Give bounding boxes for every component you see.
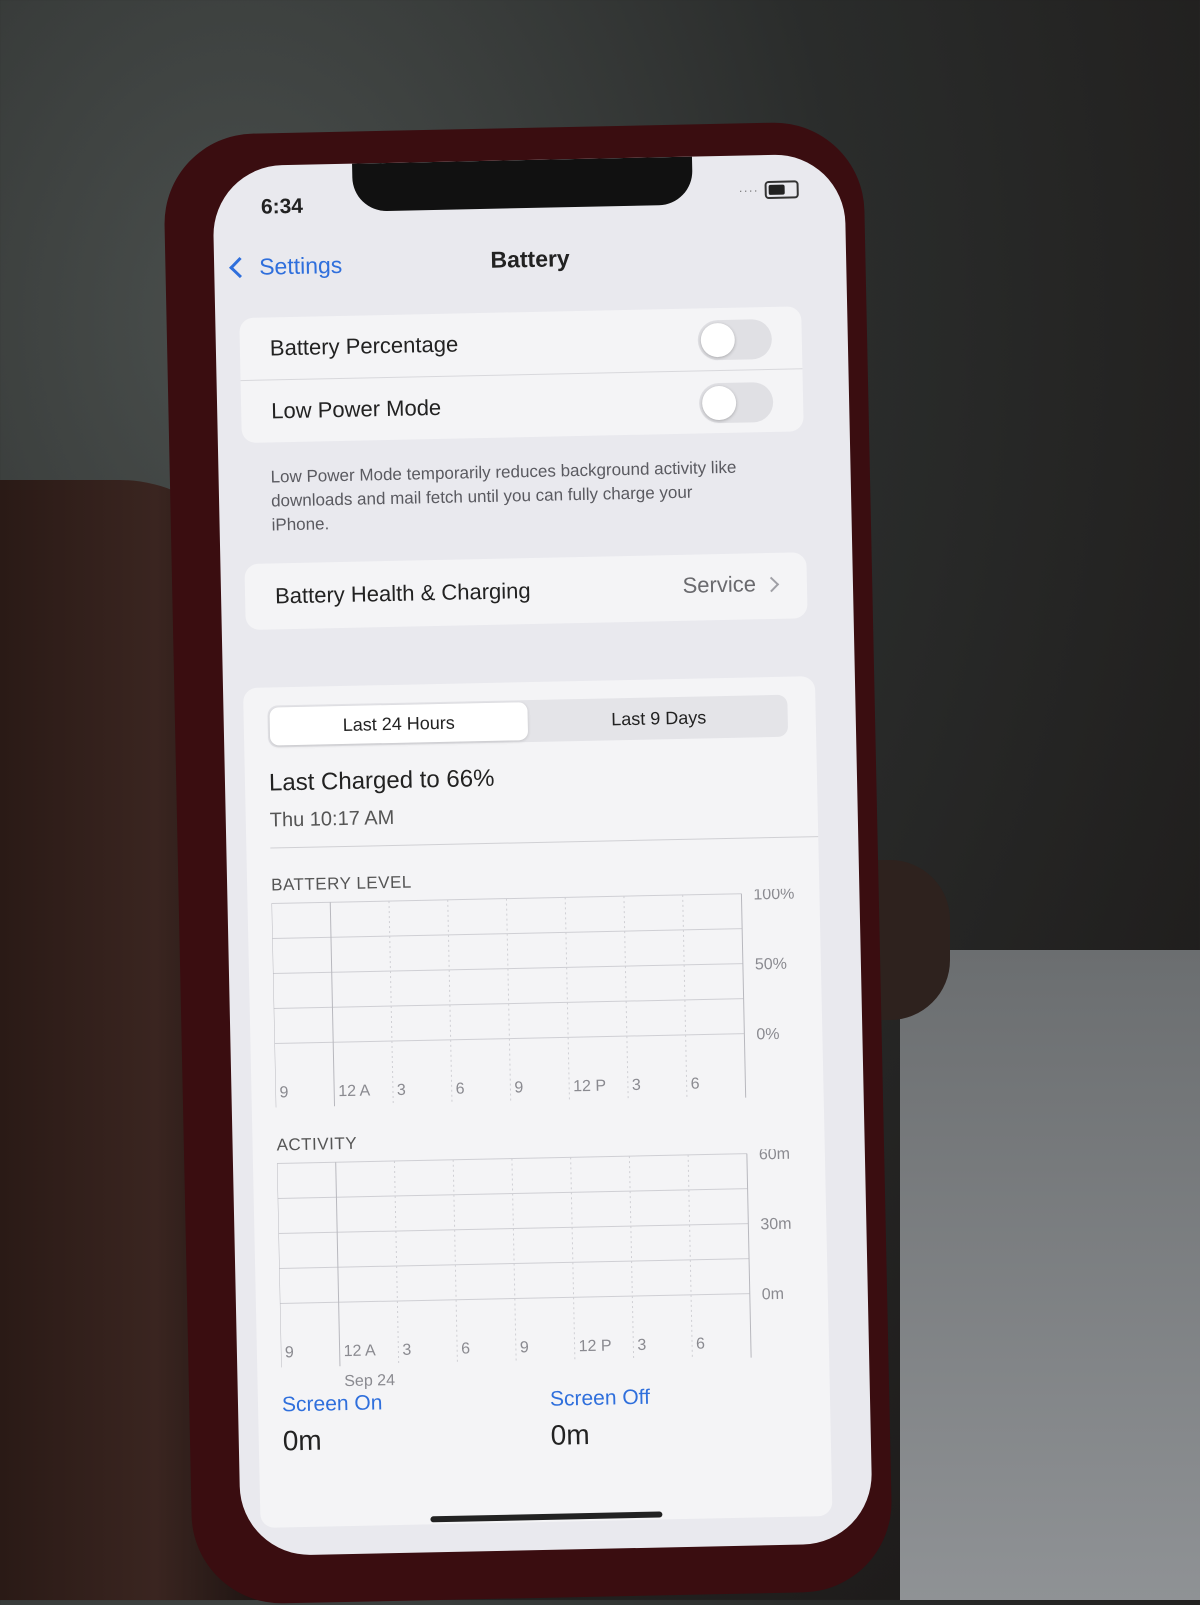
- battery-health-group: Battery Health & Charging Service: [244, 552, 808, 631]
- x-tick-label: 12 A: [338, 1083, 371, 1101]
- last-charged-time: Thu 10:17 AM: [269, 806, 395, 832]
- y-tick-label: 0m: [762, 1286, 785, 1303]
- signal-icon: ····: [738, 183, 759, 198]
- tab-last-9-days[interactable]: Last 9 Days: [529, 695, 788, 742]
- x-tick-label: 6: [696, 1336, 705, 1353]
- grid-line-v: [393, 1161, 400, 1365]
- grid-line-v: [623, 896, 629, 1101]
- time-range-segmented-control: Last 24 Hours Last 9 Days: [267, 694, 789, 748]
- low-power-mode-label: Low Power Mode: [270, 394, 442, 424]
- notch: [352, 156, 693, 212]
- grid-line-v: [505, 898, 512, 1103]
- grid-line-v: [682, 894, 688, 1099]
- grid-line-v: [271, 903, 277, 1108]
- grid-line-v: [329, 902, 336, 1107]
- battery-percentage-row: Battery Percentage: [239, 306, 802, 380]
- date-label: Sep 24: [344, 1372, 395, 1390]
- grid-line-v: [746, 1153, 752, 1358]
- x-tick-label: 6: [456, 1081, 465, 1098]
- grid-line-v: [335, 1162, 341, 1367]
- grid-line-v: [276, 1163, 282, 1368]
- activity-chart: 9 12 A 3 6 9 12 P 3 6 60m 30m 0m Sep 24: [276, 1148, 792, 1390]
- low-power-mode-row: Low Power Mode: [240, 368, 804, 444]
- page-title: Battery: [490, 245, 570, 273]
- tab-last-24-hours[interactable]: Last 24 Hours: [269, 702, 529, 746]
- grid-line-v: [511, 1158, 517, 1363]
- y-tick-label: 30m: [760, 1216, 791, 1234]
- x-tick-label: 12 P: [573, 1078, 606, 1096]
- screen-off-label: Screen Off: [549, 1385, 651, 1411]
- x-tick-label: 9: [279, 1084, 288, 1101]
- low-power-note: Low Power Mode temporarily reduces backg…: [270, 457, 737, 535]
- nav-bar: Settings Battery: [214, 233, 847, 296]
- x-tick-label: 6: [461, 1340, 470, 1357]
- last-charged-text: Last Charged to 66%: [268, 764, 495, 797]
- chevron-right-icon: [763, 576, 780, 592]
- usage-card: Last 24 Hours Last 9 Days Last Charged t…: [242, 676, 833, 1528]
- x-tick-label: 3: [637, 1337, 646, 1354]
- y-tick-label: 50%: [755, 956, 787, 974]
- x-tick-label: 3: [402, 1342, 411, 1359]
- background-floor: [900, 950, 1200, 1600]
- low-power-mode-toggle[interactable]: [698, 381, 774, 424]
- x-tick-label: 3: [632, 1077, 641, 1094]
- x-tick-label: 9: [514, 1079, 523, 1096]
- phone-screen: 6:34 ···· Settings Battery Battery Perce…: [212, 153, 874, 1557]
- y-tick-label: 60m: [759, 1148, 790, 1163]
- grid-line-v: [628, 1156, 635, 1361]
- grid-line-v: [570, 1157, 576, 1362]
- toggle-group: Battery Percentage Low Power Mode: [239, 306, 804, 444]
- battery-health-label: Battery Health & Charging: [274, 578, 531, 609]
- x-tick-label: 3: [397, 1082, 406, 1099]
- screen-off-value: 0m: [550, 1418, 590, 1451]
- x-tick-label: 9: [285, 1344, 294, 1361]
- grid-line-v: [447, 899, 453, 1104]
- screen-on-value: 0m: [282, 1424, 322, 1457]
- battery-level-chart: 9 12 A 3 6 9 12 P 3 6 100% 50% 0%: [271, 888, 795, 1108]
- x-tick-label: 9: [520, 1339, 529, 1356]
- grid-line-v: [740, 893, 747, 1098]
- status-icons: ····: [738, 180, 799, 200]
- divider: [270, 836, 819, 849]
- grid-line-v: [388, 901, 394, 1106]
- battery-level-heading: BATTERY LEVEL: [270, 872, 412, 895]
- y-tick-label: 100%: [753, 888, 794, 903]
- battery-icon: [764, 180, 799, 200]
- activity-heading: ACTIVITY: [276, 1133, 358, 1155]
- service-label: Service: [682, 571, 757, 598]
- x-tick-label: 12 P: [578, 1338, 611, 1356]
- grid-line-v: [564, 897, 570, 1102]
- x-tick-label: 6: [690, 1076, 699, 1093]
- grid-line-h: [276, 1153, 747, 1164]
- grid-line-v: [452, 1159, 458, 1364]
- battery-percentage-toggle[interactable]: [697, 318, 773, 361]
- y-tick-label: 0%: [756, 1026, 779, 1043]
- status-time: 6:34: [260, 194, 304, 219]
- battery-health-value: Service: [682, 571, 780, 599]
- screen-on-label: Screen On: [281, 1391, 383, 1417]
- battery-percentage-label: Battery Percentage: [269, 331, 459, 361]
- grid-line-v: [687, 1154, 693, 1359]
- x-tick-label: 12 A: [343, 1342, 376, 1360]
- battery-health-row[interactable]: Battery Health & Charging Service: [244, 552, 807, 630]
